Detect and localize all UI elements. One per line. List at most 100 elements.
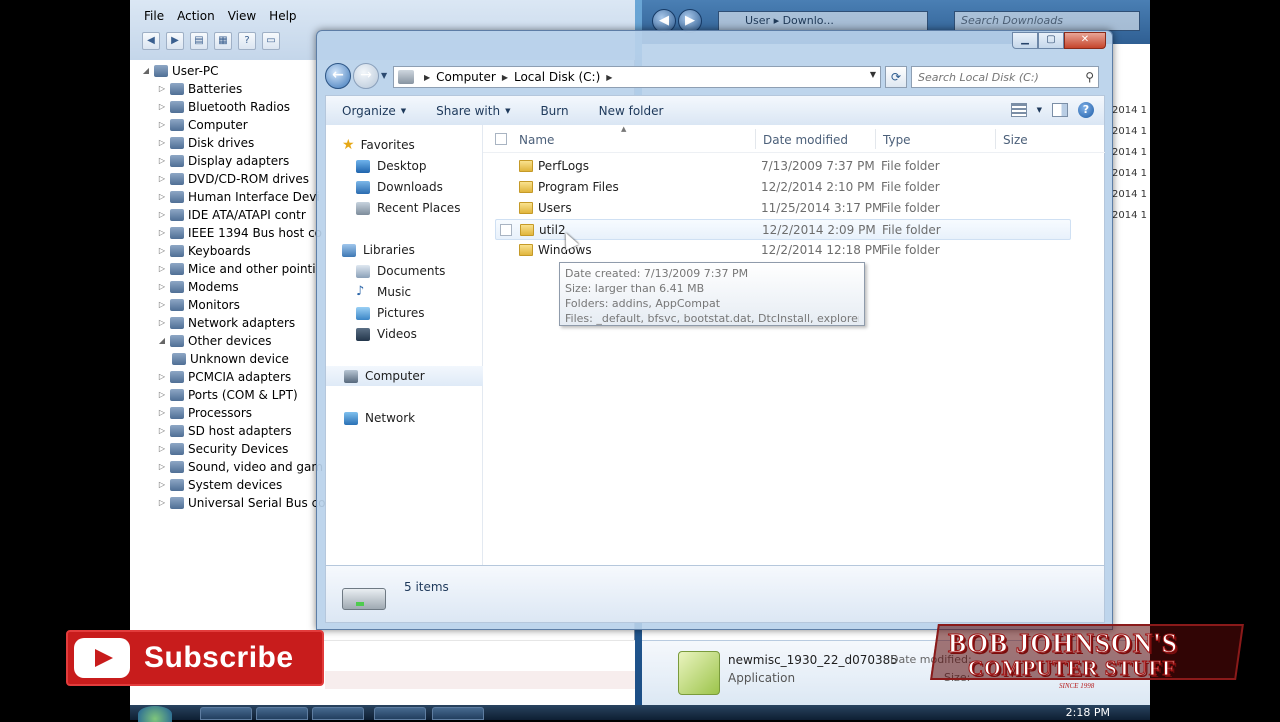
taskbar-button-app[interactable] [312, 707, 364, 720]
expand-arrow-icon[interactable]: ▷ [156, 386, 168, 404]
downloads-address[interactable]: User ▸ Downlo... [718, 11, 928, 31]
menu-help[interactable]: Help [269, 9, 296, 23]
file-date-modified: 11/25/2014 3:17 PM [761, 201, 883, 215]
maximize-icon[interactable]: ▢ [1038, 32, 1064, 49]
expand-arrow-icon[interactable]: ▷ [156, 422, 168, 440]
menu-action[interactable]: Action [177, 9, 215, 23]
nav-network[interactable]: Network [326, 408, 483, 428]
column-type[interactable]: Type [883, 133, 911, 147]
expand-arrow-icon[interactable]: ▷ [156, 440, 168, 458]
column-divider[interactable] [875, 129, 876, 149]
back-button[interactable]: ← [325, 63, 351, 89]
column-date-modified[interactable]: Date modified [763, 133, 848, 147]
nav-pictures[interactable]: Pictures [326, 303, 483, 323]
burn-button[interactable]: Burn [524, 104, 582, 118]
file-row[interactable]: PerfLogs 7/13/2009 7:37 PM File folder [495, 156, 1071, 177]
column-divider[interactable] [995, 129, 996, 149]
help-icon[interactable]: ? [238, 32, 256, 50]
forward-button[interactable]: → [353, 63, 379, 89]
menu-file[interactable]: File [144, 9, 164, 23]
nav-desktop[interactable]: Desktop [326, 156, 483, 176]
search-box[interactable]: ⚲ [911, 66, 1099, 88]
minimize-icon[interactable]: ▁ [1012, 32, 1038, 49]
nav-computer[interactable]: Computer [326, 366, 483, 386]
expand-arrow-icon[interactable]: ▷ [156, 494, 168, 512]
file-date-modified: 12/2/2014 12:18 PM [761, 243, 883, 257]
downloads-search[interactable]: Search Downloads [954, 11, 1140, 31]
nav-documents[interactable]: Documents [326, 261, 483, 281]
expand-arrow-icon[interactable]: ▷ [156, 206, 168, 224]
taskbar-button-window[interactable] [432, 707, 484, 720]
tree-root-label: User-PC [172, 64, 219, 78]
monitor-icon[interactable]: ▭ [262, 32, 280, 50]
sort-ascending-icon: ▲ [621, 125, 627, 133]
breadcrumb-local-disk[interactable]: Local Disk (C:) [514, 70, 600, 84]
collapse-arrow-icon[interactable]: ◢ [140, 62, 152, 80]
new-folder-button[interactable]: New folder [583, 104, 678, 118]
column-name[interactable]: Name [519, 133, 554, 147]
column-size[interactable]: Size [1003, 133, 1028, 147]
expand-arrow-icon[interactable]: ▷ [156, 260, 168, 278]
close-icon[interactable]: ✕ [1064, 32, 1106, 49]
preview-pane-icon[interactable] [1052, 103, 1068, 117]
search-icon[interactable]: ⚲ [1085, 70, 1094, 84]
expand-arrow-icon[interactable]: ▷ [156, 242, 168, 260]
nav-recent-places[interactable]: Recent Places [326, 198, 483, 218]
back-arrow-icon[interactable]: ◀ [142, 32, 160, 50]
expand-arrow-icon[interactable]: ▷ [156, 296, 168, 314]
subscribe-button[interactable]: Subscribe [66, 630, 324, 686]
file-row[interactable]: util2 12/2/2014 2:09 PM File folder [495, 219, 1071, 240]
row-checkbox[interactable] [500, 224, 512, 236]
explorer-window[interactable]: ▁ ▢ ✕ ← → ▼ ▶ Computer ▶ Local Disk (C:)… [316, 30, 1113, 630]
expand-arrow-icon[interactable]: ▷ [156, 98, 168, 116]
expand-arrow-icon[interactable]: ▷ [156, 314, 168, 332]
column-divider[interactable] [755, 129, 756, 149]
nav-libraries[interactable]: Libraries [326, 240, 483, 260]
menu-view[interactable]: View [228, 9, 256, 23]
expand-arrow-icon[interactable]: ▷ [156, 476, 168, 494]
taskbar-button-device-manager[interactable] [374, 707, 426, 720]
taskbar-clock[interactable]: 2:18 PM [1066, 706, 1110, 719]
expand-arrow-icon[interactable]: ▷ [156, 458, 168, 476]
properties-icon[interactable]: ▤ [190, 32, 208, 50]
address-dropdown-icon[interactable]: ▼ [870, 70, 876, 79]
nav-favorites[interactable]: ★ Favorites [326, 135, 483, 155]
nav-music[interactable]: ♪ Music [326, 282, 483, 302]
organize-button[interactable]: Organize ▼ [326, 104, 420, 118]
breadcrumb-chevron-icon[interactable]: ▶ [424, 73, 430, 82]
device-category-label: IDE ATA/ATAPI contr [188, 208, 306, 222]
tooltip-line: Date created: 7/13/2009 7:37 PM [565, 267, 749, 280]
scan-icon[interactable]: ▦ [214, 32, 232, 50]
chevron-down-icon[interactable]: ▼ [1037, 106, 1042, 114]
breadcrumb-chevron-icon[interactable]: ▶ [502, 73, 508, 82]
expand-arrow-icon[interactable]: ▷ [156, 404, 168, 422]
view-details-icon[interactable] [1010, 103, 1027, 117]
expand-arrow-icon[interactable]: ▷ [156, 224, 168, 242]
nav-videos[interactable]: Videos [326, 324, 483, 344]
select-all-checkbox[interactable] [495, 133, 507, 145]
expand-arrow-icon[interactable]: ▷ [156, 170, 168, 188]
search-input[interactable] [912, 67, 1072, 87]
expand-arrow-icon[interactable]: ▷ [156, 152, 168, 170]
expand-arrow-icon[interactable]: ▷ [156, 278, 168, 296]
expand-arrow-icon[interactable]: ▷ [156, 188, 168, 206]
file-row[interactable]: Windows 12/2/2014 12:18 PM File folder [495, 240, 1071, 261]
address-bar[interactable]: ▶ Computer ▶ Local Disk (C:) ▶ ▼ [393, 66, 881, 88]
nav-downloads[interactable]: Downloads [326, 177, 483, 197]
expand-arrow-icon[interactable]: ▷ [156, 80, 168, 98]
file-row[interactable]: Users 11/25/2014 3:17 PM File folder [495, 198, 1071, 219]
taskbar-button-explorer[interactable] [256, 707, 308, 720]
expand-arrow-icon[interactable]: ▷ [156, 116, 168, 134]
taskbar-button-ie[interactable] [200, 707, 252, 720]
breadcrumb-computer[interactable]: Computer [436, 70, 496, 84]
help-icon[interactable]: ? [1078, 102, 1094, 118]
recent-pages-chevron-icon[interactable]: ▼ [381, 71, 387, 80]
expand-arrow-icon[interactable]: ▷ [156, 368, 168, 386]
share-with-button[interactable]: Share with ▼ [420, 104, 524, 118]
forward-arrow-icon[interactable]: ▶ [166, 32, 184, 50]
refresh-button[interactable]: ⟳ [885, 66, 907, 88]
collapse-arrow-icon[interactable]: ◢ [156, 332, 168, 350]
expand-arrow-icon[interactable]: ▷ [156, 134, 168, 152]
breadcrumb-chevron-icon[interactable]: ▶ [606, 73, 612, 82]
file-row[interactable]: Program Files 12/2/2014 2:10 PM File folde… [495, 177, 1071, 198]
